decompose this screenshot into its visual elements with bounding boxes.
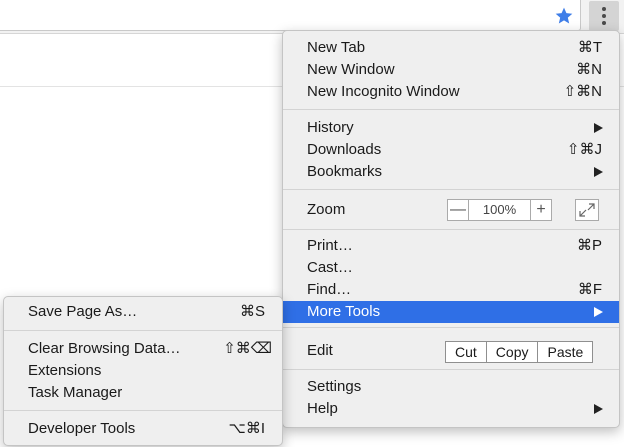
submenu-arrow-icon — [594, 123, 603, 133]
more-tools-submenu: Save Page As… ⌘S Clear Browsing Data… ⇧⌘… — [3, 296, 283, 446]
submenu-item-extensions[interactable]: Extensions — [4, 360, 282, 382]
submenu-item-task-manager[interactable]: Task Manager — [4, 382, 282, 404]
menu-item-new-window[interactable]: New Window ⌘N — [283, 59, 619, 81]
submenu-item-clear-browsing-data[interactable]: Clear Browsing Data… ⇧⌘⌫ — [4, 338, 282, 360]
shortcut-new-window: ⌘N — [576, 61, 602, 78]
zoom-in-button[interactable]: + — [531, 200, 551, 220]
bookmark-star-icon[interactable] — [552, 4, 576, 28]
zoom-level: 100% — [468, 200, 531, 220]
menu-item-new-tab[interactable]: New Tab ⌘T — [283, 37, 619, 59]
submenu-arrow-icon — [594, 307, 603, 317]
edit-controls: Cut Copy Paste — [445, 341, 594, 363]
menu-item-help[interactable]: Help — [283, 398, 619, 420]
menu-item-print[interactable]: Print… ⌘P — [283, 235, 619, 257]
shortcut-print: ⌘P — [576, 237, 602, 254]
menu-separator — [283, 327, 619, 328]
address-bar[interactable] — [0, 0, 581, 31]
menu-item-history[interactable]: History — [283, 117, 619, 139]
shortcut-find: ⌘F — [577, 281, 602, 298]
paste-button[interactable]: Paste — [537, 342, 592, 362]
chrome-main-menu: New Tab ⌘T New Window ⌘N New Incognito W… — [282, 30, 620, 428]
fullscreen-button[interactable] — [575, 199, 599, 221]
fullscreen-icon — [579, 203, 595, 217]
menu-separator — [283, 189, 619, 190]
copy-button[interactable]: Copy — [485, 342, 538, 362]
menu-separator — [283, 229, 619, 230]
menu-separator — [283, 369, 619, 370]
zoom-controls: — 100% + — [447, 199, 552, 221]
menu-item-more-tools[interactable]: More Tools — [283, 301, 619, 323]
shortcut-new-incognito: ⇧⌘N — [563, 83, 602, 100]
menu-separator — [4, 330, 282, 331]
shortcut-new-tab: ⌘T — [577, 39, 602, 56]
shortcut-clear-data: ⇧⌘⌫ — [223, 340, 272, 357]
menu-item-find[interactable]: Find… ⌘F — [283, 279, 619, 301]
submenu-item-developer-tools[interactable]: Developer Tools ⌥⌘I — [4, 418, 282, 440]
menu-separator — [283, 109, 619, 110]
submenu-arrow-icon — [594, 167, 603, 177]
shortcut-downloads: ⇧⌘J — [566, 141, 602, 158]
browser-toolbar — [0, 0, 624, 34]
submenu-arrow-icon — [594, 404, 603, 414]
menu-item-downloads[interactable]: Downloads ⇧⌘J — [283, 139, 619, 161]
shortcut-save-page: ⌘S — [239, 303, 265, 320]
menu-separator — [4, 410, 282, 411]
cut-button[interactable]: Cut — [446, 342, 486, 362]
submenu-item-save-page-as[interactable]: Save Page As… ⌘S — [4, 301, 282, 323]
shortcut-dev-tools: ⌥⌘I — [228, 420, 265, 437]
menu-item-cast[interactable]: Cast… — [283, 257, 619, 279]
zoom-out-button[interactable]: — — [448, 200, 468, 220]
menu-item-new-incognito-window[interactable]: New Incognito Window ⇧⌘N — [283, 81, 619, 103]
kebab-menu-icon[interactable] — [589, 1, 619, 31]
menu-item-bookmarks[interactable]: Bookmarks — [283, 161, 619, 183]
menu-item-settings[interactable]: Settings — [283, 376, 619, 398]
